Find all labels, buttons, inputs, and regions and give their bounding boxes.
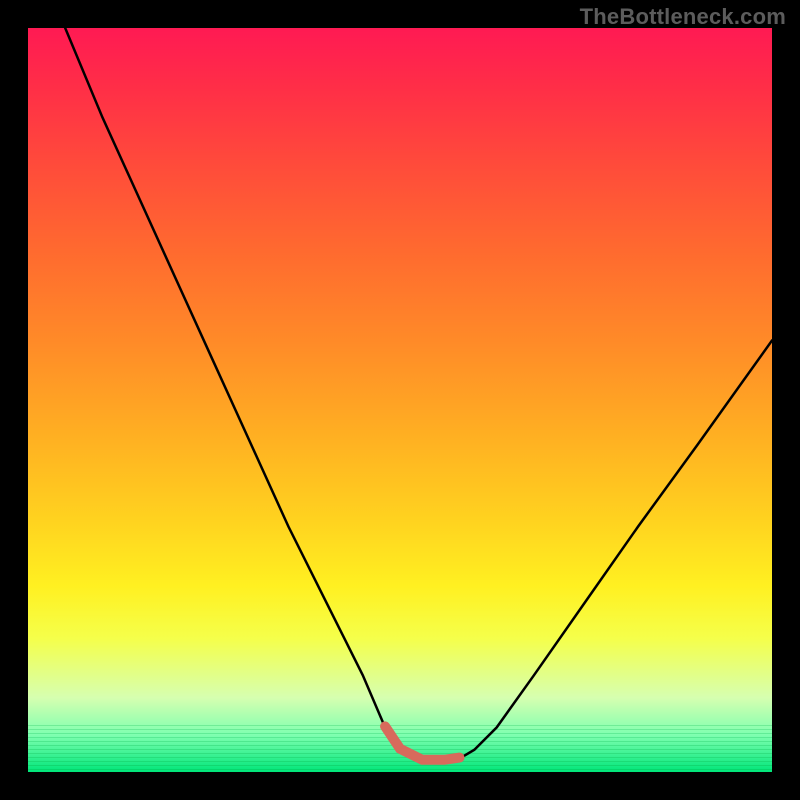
curve-svg: [28, 28, 772, 772]
watermark-text: TheBottleneck.com: [580, 4, 786, 30]
optimal-zone-marker: [385, 726, 459, 759]
chart-frame: TheBottleneck.com: [0, 0, 800, 800]
bottleneck-curve: [65, 28, 772, 761]
plot-area: [28, 28, 772, 772]
